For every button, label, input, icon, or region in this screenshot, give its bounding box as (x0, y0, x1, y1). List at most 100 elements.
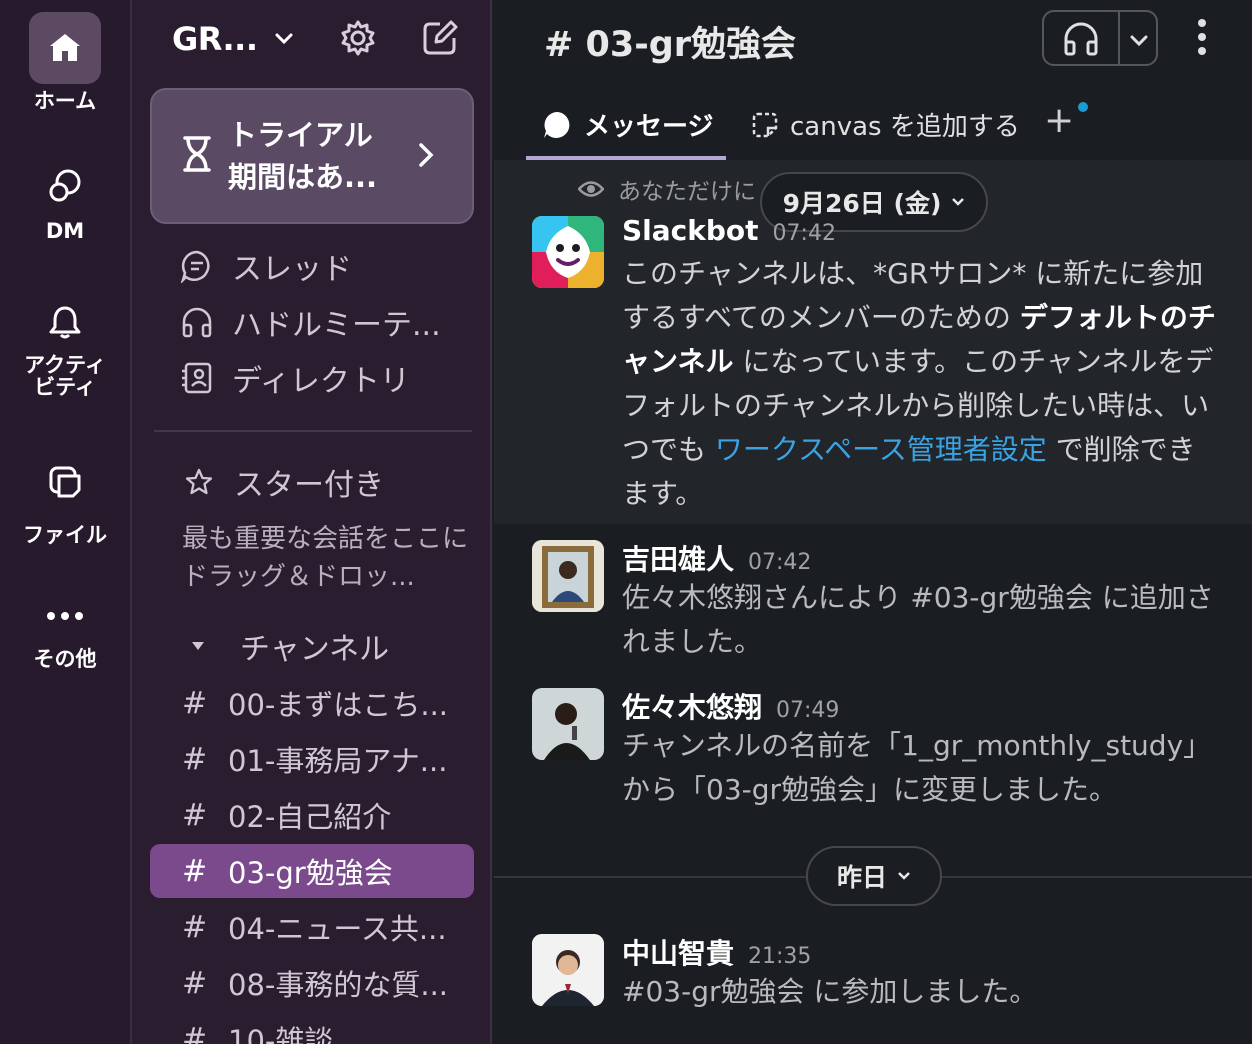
system-notice-text: あなただけに (618, 179, 756, 205)
sender-name[interactable]: 中山智貴 (622, 932, 734, 972)
rail-home[interactable]: ホーム (0, 12, 130, 112)
system-notice: あなただけに (578, 172, 756, 206)
tab-add-label: + (1044, 100, 1075, 141)
nav-threads[interactable]: スレッド (180, 244, 352, 288)
channel-name: 08-事務的な質... (228, 968, 449, 1002)
nav-directory[interactable]: ディレクトリ (180, 356, 410, 400)
settings-gear-icon[interactable] (338, 18, 378, 62)
nav-huddles[interactable]: ハドルミーテ... (180, 300, 441, 344)
canvas-icon (750, 110, 780, 140)
rail-files[interactable]: ファイル (0, 446, 130, 546)
channel-sidebar: GR... トライアル 期間はあ... スレッド ハドルミーテ... ディレクト… (132, 0, 492, 1044)
chevron-down-icon (951, 197, 965, 207)
caret-down-icon (186, 629, 210, 663)
slackbot-avatar[interactable] (532, 216, 604, 288)
hash-icon: # (182, 741, 208, 777)
channel-name: 10-雑談 (228, 1024, 334, 1044)
tab-messages-label: メッセージ (584, 112, 714, 142)
rail-more[interactable]: その他 (0, 580, 130, 670)
eye-icon (578, 180, 604, 198)
channel-name: 04-ニュース共... (228, 912, 447, 946)
channel-item[interactable]: # 00-まずはこち... (150, 676, 474, 730)
message-bubble-icon (542, 110, 572, 140)
more-dots-icon[interactable] (29, 580, 101, 652)
starred-label: スター付き (234, 468, 384, 503)
hash-icon: # (182, 965, 208, 1001)
rail-files-label: ファイル (23, 523, 107, 547)
sender-name[interactable]: Slackbot (622, 214, 759, 247)
chevron-down-icon (897, 871, 911, 881)
channel-item-active[interactable]: # 03-gr勉強会 (150, 844, 474, 898)
hash-icon: # (182, 1021, 208, 1044)
message-header: Slackbot 07:42 (622, 214, 836, 247)
section-starred[interactable]: スター付き (182, 460, 384, 504)
date-divider-pill[interactable]: 昨日 (806, 846, 942, 906)
trial-line2: 期間はあ... (228, 160, 378, 194)
workspace-name: GR... (172, 20, 258, 58)
chevron-down-icon (275, 30, 293, 49)
hourglass-icon (180, 134, 214, 178)
nav-threads-label: スレッド (232, 252, 352, 287)
tab-messages[interactable]: メッセージ (542, 106, 713, 143)
star-icon (182, 465, 216, 499)
new-badge-dot (1078, 102, 1088, 112)
channel-item[interactable]: # 04-ニュース共... (150, 900, 474, 954)
tab-canvas-label: canvas を追加する (790, 112, 1020, 142)
section-channels[interactable]: チャンネル (186, 624, 389, 668)
rail-more-label: その他 (33, 647, 97, 671)
rail-dm[interactable]: DM (0, 150, 130, 242)
headphones-icon (180, 305, 214, 339)
channel-item[interactable]: # 02-自己紹介 (150, 788, 474, 842)
message-text: このチャンネルは、*GRサロン* に新たに参加するすべてのメンバーのための デフ… (622, 252, 1222, 516)
sidebar-divider (154, 430, 472, 432)
message-text: #03-gr勉強会 に参加しました。 (622, 975, 1038, 1008)
message-text: チャンネルの名前を「1_gr_monthly_study」から「03-gr勉強会… (622, 729, 1212, 806)
directory-icon (180, 361, 214, 395)
dm-icon[interactable] (29, 150, 101, 222)
channel-title[interactable]: # 03-gr勉強会 (544, 16, 796, 67)
headphones-icon[interactable] (1062, 21, 1100, 61)
user-avatar[interactable] (532, 688, 604, 760)
user-avatar[interactable] (532, 540, 604, 612)
rail-activity[interactable]: アクティ ビティ (0, 286, 130, 398)
trial-banner[interactable]: トライアル 期間はあ... (150, 88, 474, 224)
chevron-down-icon[interactable] (1130, 32, 1148, 51)
workspace-switcher[interactable]: GR... (172, 14, 293, 64)
hash-icon: # (182, 797, 208, 833)
channels-label: チャンネル (240, 632, 390, 667)
message-header: 吉田雄人 07:42 (622, 538, 811, 578)
channel-name: 03-gr勉強会 (228, 856, 393, 890)
message-header: 中山智貴 21:35 (622, 932, 811, 972)
hash-icon: # (182, 853, 208, 889)
hash-icon: # (182, 909, 208, 945)
files-icon[interactable] (29, 446, 101, 518)
huddle-separator (1118, 12, 1120, 64)
channel-name: 01-事務局アナ... (228, 744, 448, 778)
sender-name[interactable]: 吉田雄人 (622, 538, 734, 578)
tab-canvas[interactable]: canvas を追加する (750, 106, 1020, 143)
compose-icon[interactable] (420, 18, 460, 62)
rail-home-label: ホーム (33, 89, 97, 113)
home-icon[interactable] (29, 12, 101, 84)
date-divider-label: 昨日 (836, 863, 887, 892)
channel-item[interactable]: # 08-事務的な質... (150, 956, 474, 1010)
message-time[interactable]: 07:42 (748, 550, 811, 575)
message-time[interactable]: 07:49 (776, 698, 839, 723)
user-avatar[interactable] (532, 934, 604, 1006)
channel-name: 00-まずはこち... (228, 688, 449, 722)
message-time[interactable]: 21:35 (748, 944, 811, 969)
message-header: 佐々木悠翔 07:49 (622, 686, 839, 726)
sender-name[interactable]: 佐々木悠翔 (622, 686, 762, 726)
nav-directory-label: ディレクトリ (232, 364, 410, 399)
tab-add-button[interactable]: + (1044, 100, 1074, 141)
huddle-button[interactable] (1042, 10, 1158, 66)
nav-huddles-label: ハドルミーテ... (232, 308, 441, 343)
more-vertical-icon[interactable] (1196, 18, 1208, 60)
workspace-admin-settings-link[interactable]: ワークスペース管理者設定 (715, 433, 1047, 466)
channel-item[interactable]: # 10-雑談 (150, 1012, 474, 1044)
bell-icon[interactable] (29, 286, 101, 358)
message-time[interactable]: 07:42 (773, 221, 836, 246)
channel-item[interactable]: # 01-事務局アナ... (150, 732, 474, 786)
trial-text: トライアル 期間はあ... (228, 114, 377, 198)
threads-icon (180, 249, 214, 283)
